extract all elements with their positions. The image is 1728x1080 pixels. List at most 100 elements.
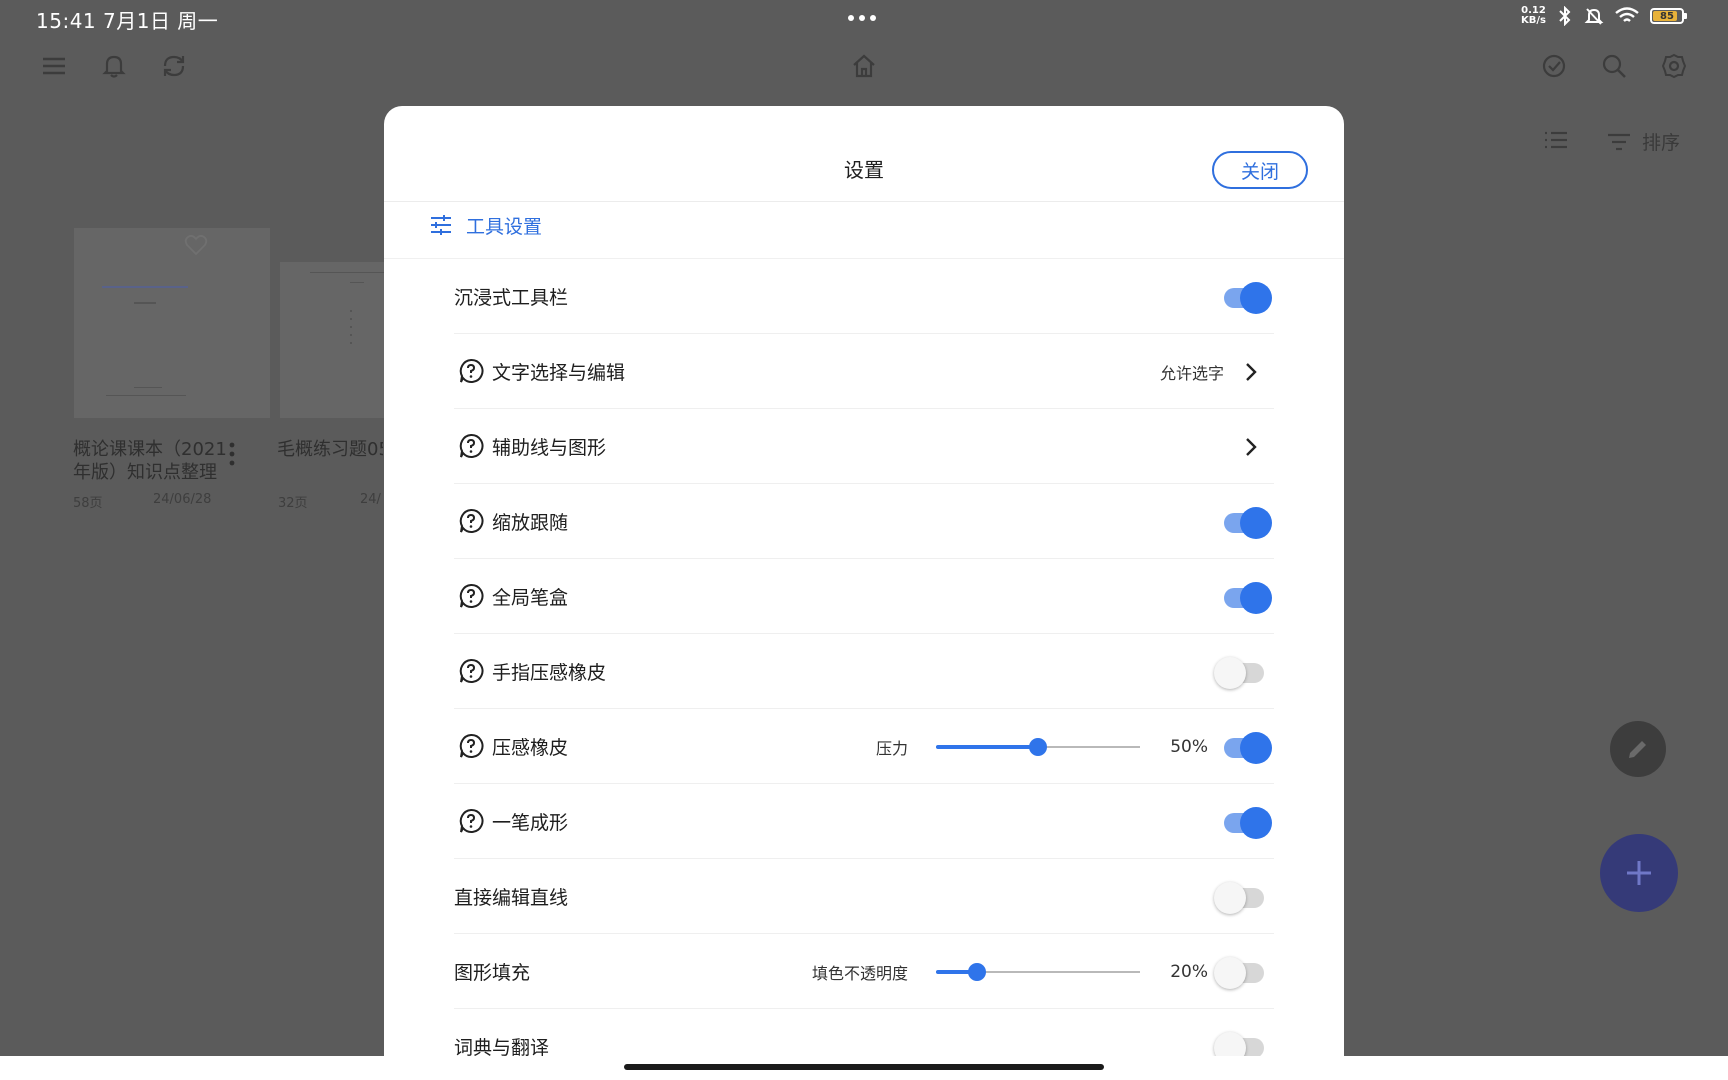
- setting-toggle[interactable]: [1220, 502, 1274, 542]
- setting-label: 直接编辑直线: [454, 886, 569, 909]
- toggle-knob: [1240, 281, 1272, 314]
- notebook-thumbnail[interactable]: [74, 228, 270, 418]
- menu-icon[interactable]: [40, 52, 68, 80]
- bell-icon[interactable]: [100, 52, 128, 80]
- network-speed: 0.12 KB/s: [1521, 5, 1546, 26]
- setting-row: 沉浸式工具栏: [454, 259, 1274, 334]
- help-bubble-icon[interactable]: [458, 658, 484, 684]
- setting-toggle[interactable]: [1214, 952, 1274, 992]
- home-icon[interactable]: [850, 52, 878, 80]
- setting-value: 允许选字: [1159, 363, 1224, 383]
- toggle-knob: [1240, 506, 1272, 539]
- help-bubble-icon[interactable]: [458, 808, 484, 834]
- toggle-knob: [1214, 1031, 1246, 1056]
- sort-label: 排序: [1642, 132, 1681, 154]
- setting-row: 缩放跟随: [454, 484, 1274, 559]
- setting-controls: 允许选字: [1160, 334, 1274, 409]
- notebook-title[interactable]: 毛概练习题05: [277, 438, 383, 461]
- slider-thumb[interactable]: [1029, 737, 1047, 756]
- help-bubble-icon[interactable]: [458, 433, 484, 459]
- gear-icon[interactable]: [1660, 52, 1688, 80]
- status-time: 15:41 7月1日 周一: [36, 9, 219, 33]
- pencil-icon: [1629, 741, 1646, 758]
- toggle-knob: [1214, 881, 1246, 914]
- setting-label: 缩放跟随: [492, 511, 569, 534]
- section-tool-settings: 工具设置: [430, 208, 542, 242]
- check-circle-icon[interactable]: [1540, 52, 1568, 80]
- help-bubble-icon[interactable]: [458, 358, 484, 384]
- setting-row: 直接编辑直线: [454, 859, 1274, 934]
- setting-row: 压感橡皮 压力 50%: [454, 709, 1274, 784]
- notebook-pages: 58页: [73, 496, 103, 511]
- slider-label: 填色不透明度: [811, 963, 908, 983]
- setting-controls: [1220, 784, 1274, 859]
- setting-label: 压感橡皮: [492, 736, 569, 759]
- sync-icon[interactable]: [160, 52, 188, 80]
- setting-toggle[interactable]: [1214, 1027, 1274, 1056]
- slider-label: 压力: [875, 738, 908, 758]
- help-bubble-icon[interactable]: [458, 733, 484, 759]
- multitask-dots[interactable]: [848, 15, 876, 21]
- toggle-knob: [1240, 731, 1272, 764]
- setting-label: 辅助线与图形: [492, 436, 607, 459]
- notebook-title[interactable]: 概论课课本（2021年版）知识点整理: [73, 438, 233, 484]
- sliders-icon: [431, 215, 451, 235]
- setting-toggle[interactable]: [1214, 877, 1274, 917]
- notebook-date: 24/06/28: [153, 492, 212, 507]
- sort-button[interactable]: 排序: [1606, 128, 1680, 155]
- setting-row[interactable]: 文字选择与编辑 允许选字: [454, 334, 1274, 409]
- battery-icon: 85: [1650, 8, 1687, 24]
- setting-label: 全局笔盒: [492, 586, 569, 609]
- edit-fab[interactable]: [1610, 721, 1666, 777]
- setting-row[interactable]: 辅助线与图形: [454, 409, 1274, 484]
- setting-row: 一笔成形: [454, 784, 1274, 859]
- setting-controls: 填色不透明度 20%: [812, 934, 1274, 1009]
- help-bubble-icon[interactable]: [458, 583, 484, 609]
- slider-fill: [936, 744, 1038, 749]
- setting-row: 手指压感橡皮: [454, 634, 1274, 709]
- section-title: 工具设置: [466, 215, 543, 238]
- toggle-knob: [1214, 956, 1246, 989]
- setting-label: 文字选择与编辑: [492, 361, 626, 384]
- more-vertical-icon[interactable]: [224, 440, 240, 470]
- setting-row: 全局笔盒: [454, 559, 1274, 634]
- setting-label: 词典与翻译: [454, 1036, 550, 1057]
- setting-controls: [1214, 859, 1274, 934]
- slider-value: 50%: [1170, 736, 1208, 757]
- dialog-title: 设置: [844, 158, 884, 182]
- slider-thumb[interactable]: [967, 962, 986, 981]
- chevron-right-icon: [1246, 437, 1257, 456]
- add-fab[interactable]: [1600, 834, 1678, 912]
- setting-toggle[interactable]: [1220, 802, 1274, 842]
- setting-controls: [1240, 409, 1274, 484]
- notebook-date: 24/: [360, 492, 381, 507]
- setting-slider[interactable]: [936, 960, 1140, 984]
- search-icon[interactable]: [1600, 52, 1628, 80]
- setting-slider[interactable]: [936, 735, 1140, 759]
- setting-toggle[interactable]: [1220, 727, 1274, 767]
- home-indicator[interactable]: [624, 1064, 1104, 1070]
- notebook-thumbnail[interactable]: [280, 262, 384, 418]
- dialog-header: 设置 关闭: [384, 106, 1344, 202]
- setting-toggle[interactable]: [1220, 277, 1274, 317]
- setting-row: 图形填充 填色不透明度 20%: [454, 934, 1274, 1009]
- setting-controls: [1214, 1009, 1274, 1056]
- setting-controls: [1220, 259, 1274, 334]
- list-view-icon[interactable]: [1542, 126, 1570, 154]
- toggle-knob: [1240, 806, 1272, 839]
- help-bubble-icon[interactable]: [458, 508, 484, 534]
- status-bar: 15:41 7月1日 周一 0.12 KB/s 85: [0, 0, 1728, 36]
- slider-value: 20%: [1170, 961, 1208, 982]
- sort-icon: [1608, 133, 1630, 150]
- setting-toggle[interactable]: [1220, 577, 1274, 617]
- toggle-knob: [1214, 656, 1246, 689]
- mute-bell-icon: [1584, 8, 1604, 25]
- setting-label: 手指压感橡皮: [492, 661, 607, 684]
- setting-toggle[interactable]: [1214, 652, 1274, 692]
- bluetooth-icon: [1559, 6, 1571, 26]
- status-icons: 0.12 KB/s 85: [1521, 5, 1687, 26]
- setting-label: 图形填充: [454, 961, 531, 984]
- plus-icon: [1627, 861, 1651, 885]
- favorite-icon[interactable]: [184, 234, 208, 256]
- close-button[interactable]: 关闭: [1212, 151, 1308, 189]
